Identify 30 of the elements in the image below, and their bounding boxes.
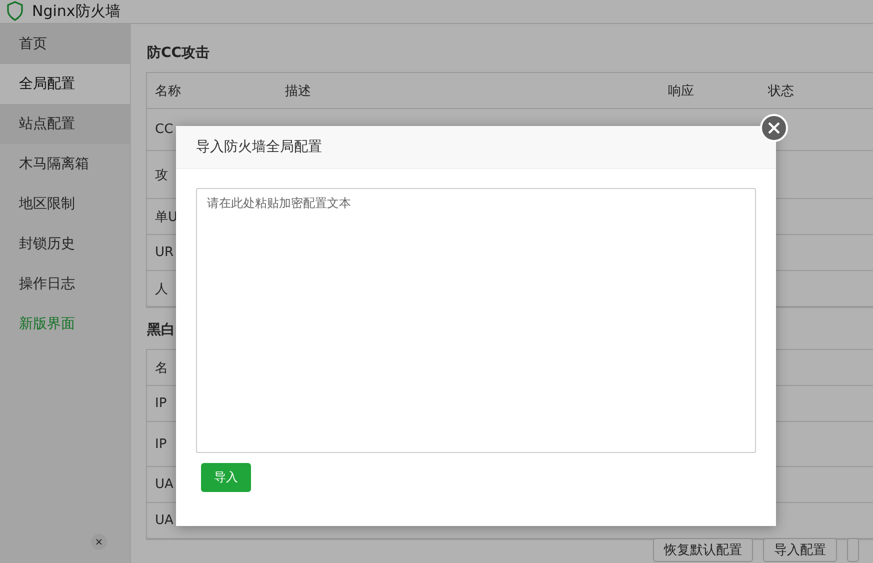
table-cell: UA	[155, 513, 174, 528]
section-title: 防CC攻击	[146, 44, 211, 63]
sidebar-item[interactable]: 站点配置	[0, 104, 130, 144]
sidebar-item[interactable]: 地区限制	[0, 184, 130, 224]
table-cell: IP	[155, 436, 167, 452]
table-cell: CC	[155, 122, 174, 137]
table-cell: UR	[155, 245, 174, 260]
sidebar-item[interactable]: 操作日志	[0, 264, 130, 304]
table-cell: IP	[155, 396, 167, 411]
collapse-button[interactable]: ×	[91, 534, 107, 550]
sidebar-item[interactable]: 全局配置	[0, 64, 130, 104]
column-header: 状态	[768, 82, 794, 100]
table-cell-text: 攻	[155, 166, 168, 184]
section-title: 黑白	[146, 321, 176, 340]
config-input[interactable]: 请在此处粘贴加密配置文本	[196, 188, 756, 453]
footer-button[interactable]: 导入配置	[763, 538, 837, 562]
column-header: 响应	[668, 82, 694, 100]
dialog-title: 导入防火墙全局配置	[176, 126, 776, 169]
table-cell: UA	[155, 477, 174, 492]
footer-button[interactable]: 恢复默认配置	[653, 538, 753, 562]
import-button[interactable]: 导入	[201, 463, 251, 492]
column-header: 描述	[285, 82, 311, 100]
sidebar-item[interactable]: 首页	[0, 24, 130, 64]
column-header: 名称	[155, 82, 181, 100]
window-title: Nginx防火墙	[32, 2, 120, 20]
sidebar-item[interactable]: 封锁历史	[0, 224, 130, 264]
close-icon	[768, 122, 780, 134]
column-header: 名	[155, 360, 168, 376]
table-cell-text: 人	[155, 280, 168, 298]
sidebar-item[interactable]: 木马隔离箱	[0, 144, 130, 184]
